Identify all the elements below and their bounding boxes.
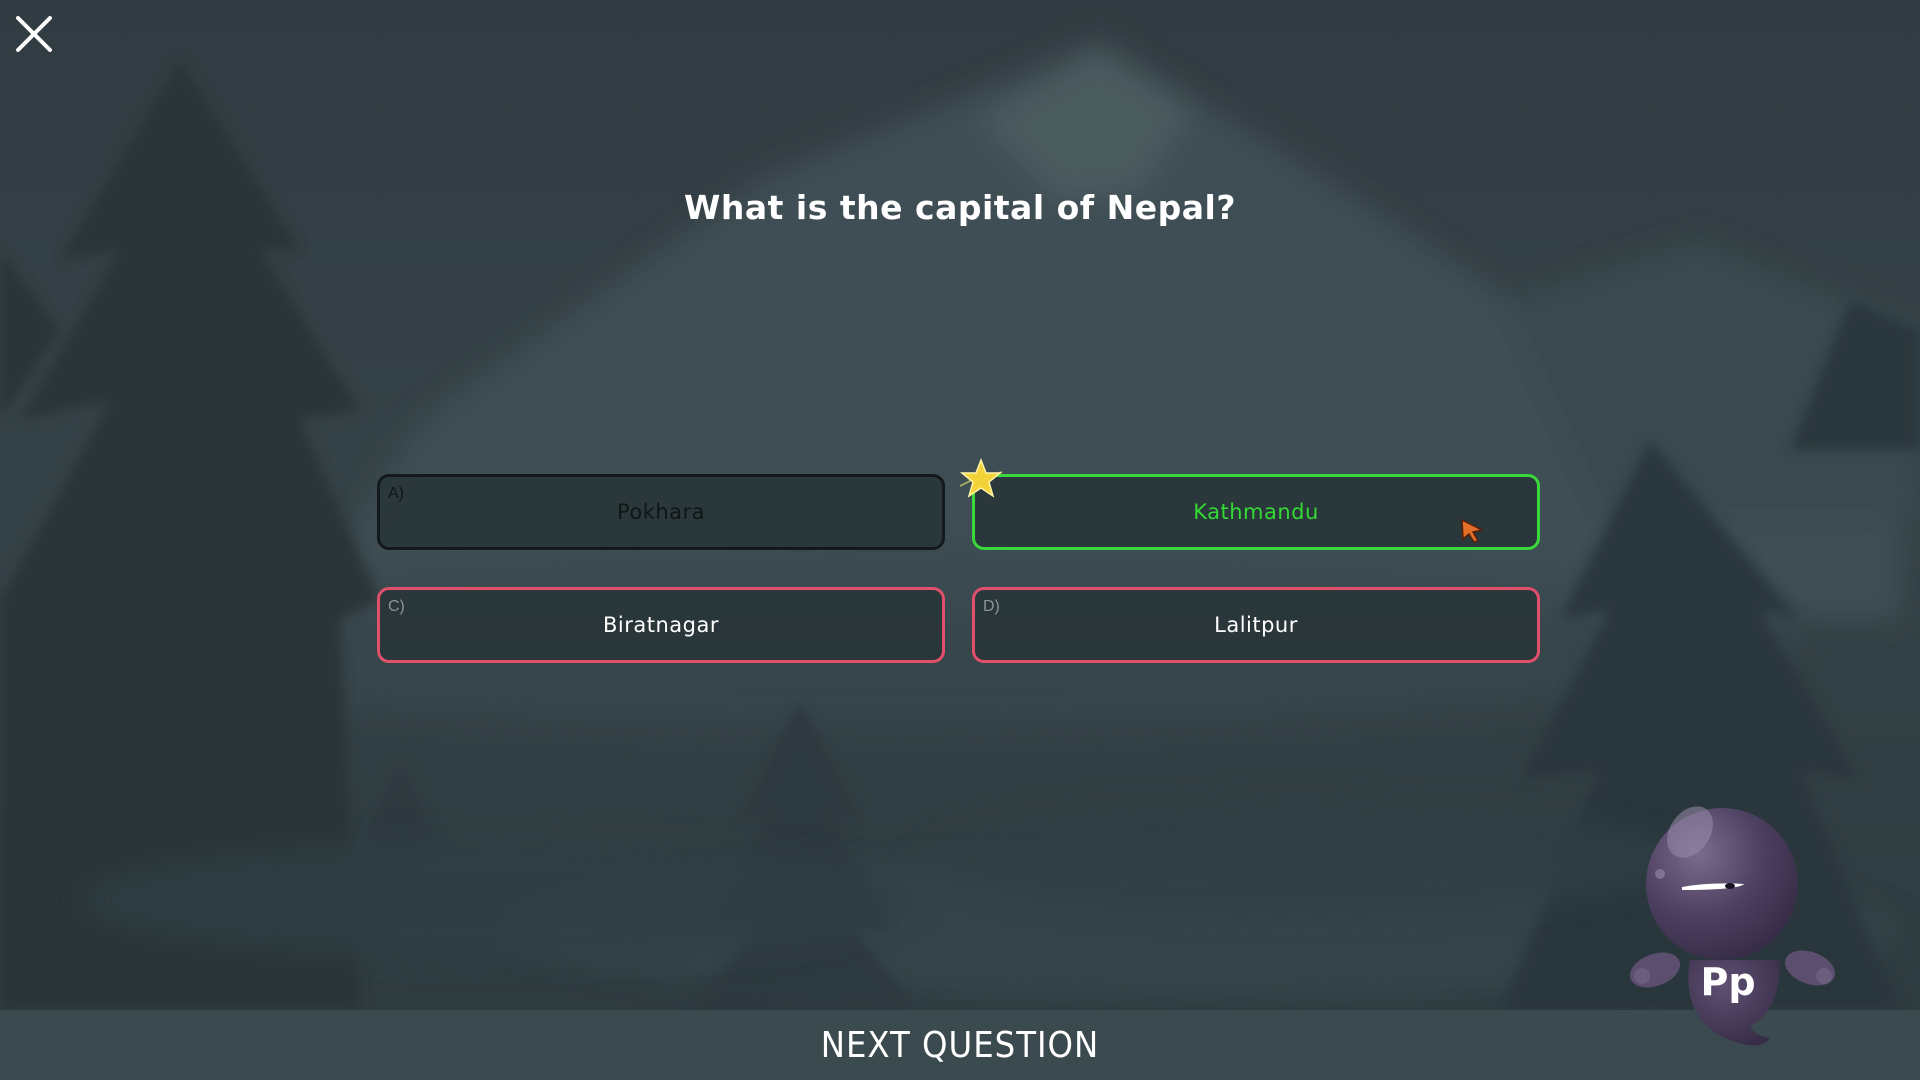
question-text: What is the capital of Nepal? [684,188,1236,227]
answer-option-d[interactable]: D) Lalitpur [972,587,1540,663]
answer-label: Lalitpur [1214,613,1298,637]
mascot-ghost: Pp [1629,806,1836,1046]
close-icon [16,16,52,52]
close-button[interactable] [14,14,56,56]
answer-option-c[interactable]: C) Biratnagar [377,587,945,663]
answer-label: Kathmandu [1193,500,1319,524]
star-icon [959,457,1003,498]
answer-option-a[interactable]: A) Pokhara [377,474,945,550]
cursor-icon [1461,518,1485,543]
answer-label: Pokhara [616,500,706,524]
mascot-badge: Pp [1700,960,1755,1004]
next-question-label: NEXT QUESTION [820,1024,1100,1066]
answer-option-b[interactable]: Kathmandu [972,474,1540,550]
answer-label: Biratnagar [603,613,719,637]
